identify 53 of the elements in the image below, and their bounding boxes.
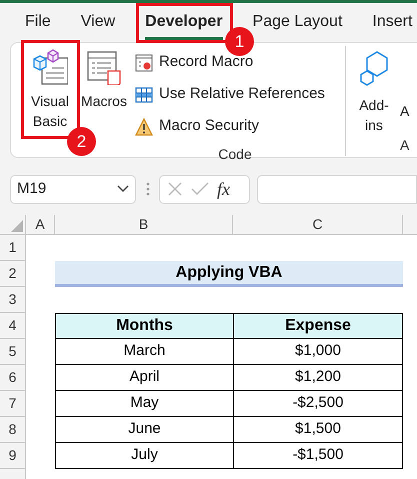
ribbon-command[interactable]: Use Relative References (135, 79, 335, 110)
ribbon-tab[interactable]: Insert (372, 11, 412, 40)
drag-handle-icon (146, 182, 150, 196)
table-cell: -$2,500 (233, 391, 403, 417)
table-header: Months (55, 313, 233, 339)
row-header[interactable]: 1 (0, 235, 26, 261)
table-cell: May (55, 391, 233, 417)
chevron-icon (117, 185, 129, 193)
table-header: Expense (233, 313, 403, 339)
hexagon-icon (359, 49, 389, 87)
formula-input[interactable] (257, 174, 417, 204)
cancel-icon[interactable] (167, 181, 183, 197)
warning-icon (135, 118, 153, 136)
select-all-icon (11, 220, 23, 232)
name-box[interactable]: M19 (10, 174, 136, 204)
row-header[interactable]: 7 (0, 391, 26, 417)
table-cell: July (55, 443, 233, 469)
row-header[interactable]: 6 (0, 365, 26, 391)
step-badge: 1 (225, 27, 254, 56)
table-cell: April (55, 365, 233, 391)
column-header[interactable]: C (233, 215, 403, 235)
column-header[interactable]: B (55, 215, 233, 235)
ribbon-tab[interactable]: Page Layout (252, 11, 342, 40)
row-header[interactable]: 9 (0, 443, 26, 469)
column-header[interactable] (403, 215, 417, 235)
row-header[interactable]: 2 (0, 261, 26, 287)
group-label: Code (218, 145, 252, 164)
table-cell: $1,200 (233, 365, 403, 391)
row-header[interactable]: 5 (0, 339, 26, 365)
check-icon[interactable] (191, 182, 209, 196)
grid-icon (135, 86, 153, 104)
row-header[interactable]: 8 (0, 417, 26, 443)
ribbon-button[interactable]: Macros (79, 47, 129, 111)
row-header[interactable]: 4 (0, 313, 26, 339)
table-cell: June (55, 417, 233, 443)
table-cell: $1,000 (233, 339, 403, 365)
row-header[interactable]: 3 (0, 287, 26, 313)
ribbon-button[interactable]: A (400, 101, 410, 121)
ribbon-button[interactable]: Add- ins (354, 49, 394, 157)
macro-list-icon (86, 49, 122, 85)
ribbon-tab[interactable]: Developer (145, 11, 223, 40)
group-label: A (400, 136, 410, 155)
table-cell: $1,500 (233, 417, 403, 443)
ribbon-command[interactable]: Macro Security (135, 111, 335, 142)
record-icon (135, 54, 153, 72)
ribbon-tab[interactable]: View (80, 11, 116, 40)
table-cell: March (55, 339, 233, 365)
sheet-title: Applying VBA (55, 261, 403, 287)
column-header[interactable]: A (26, 215, 55, 235)
table-cell: -$1,500 (233, 443, 403, 469)
code-editor-icon (32, 49, 68, 85)
insert-function-button[interactable]: fx (217, 180, 230, 198)
ribbon-tab[interactable]: File (25, 11, 51, 40)
